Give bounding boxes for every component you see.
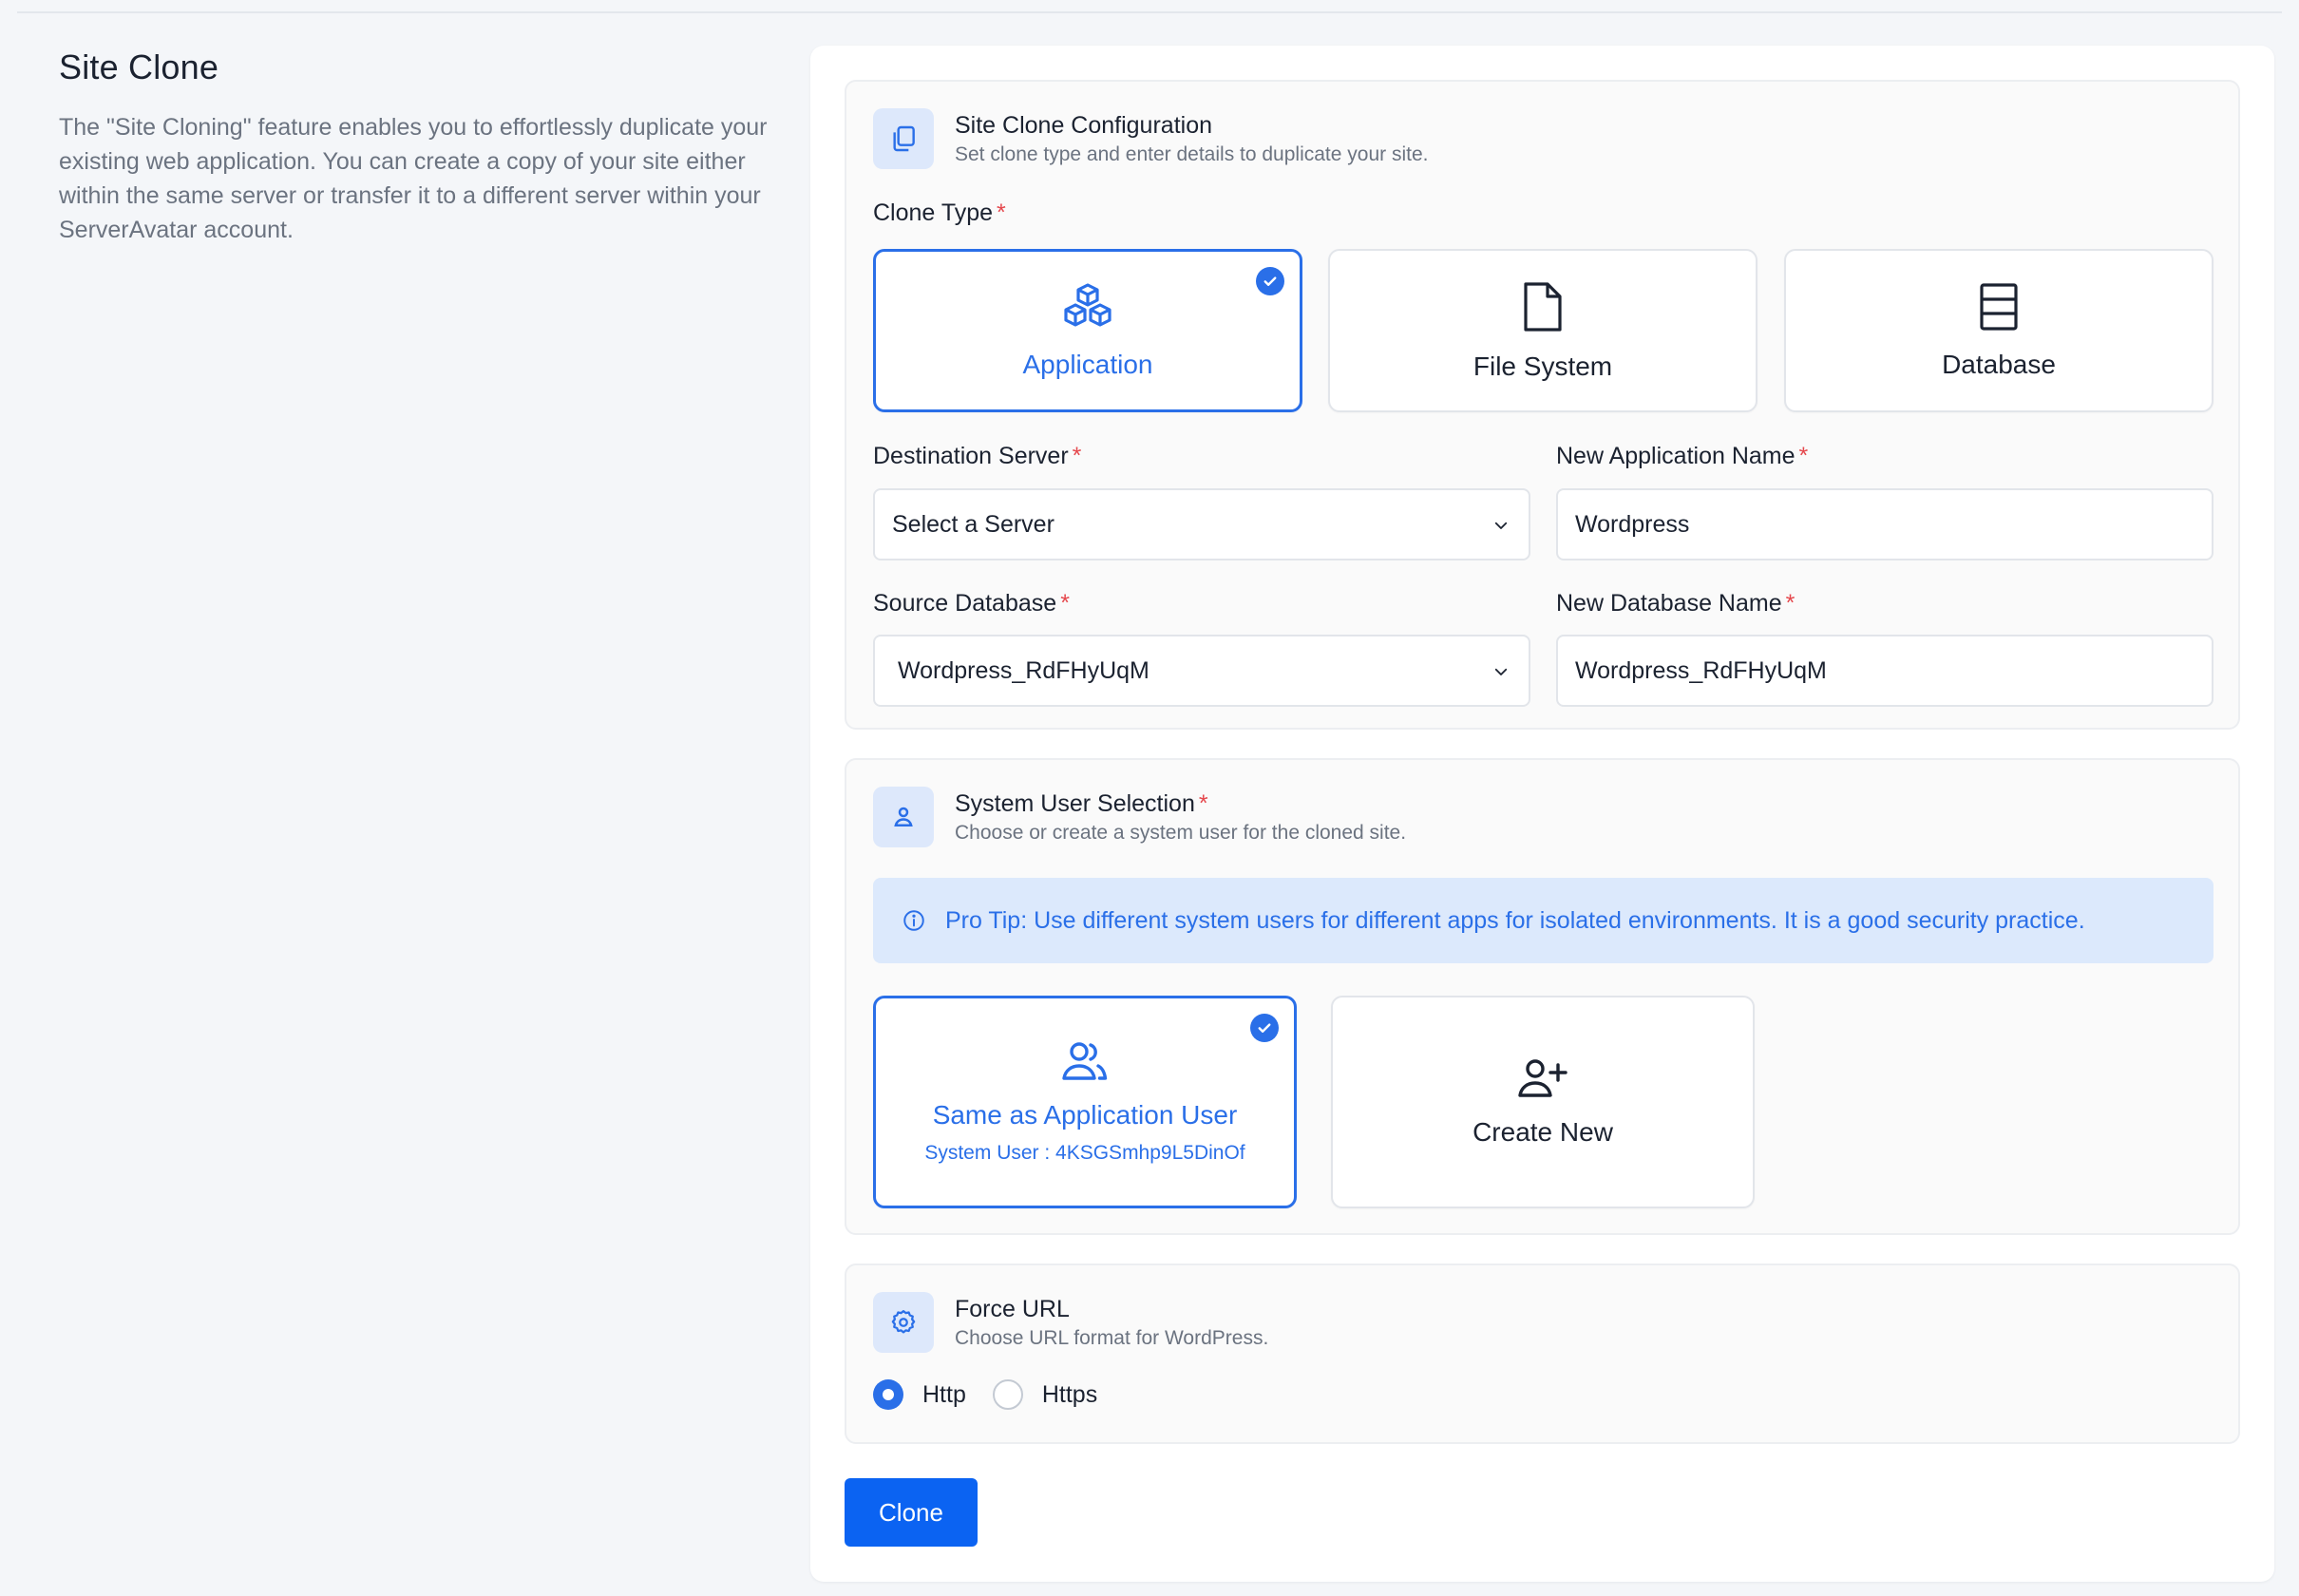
check-icon xyxy=(1250,1014,1279,1042)
intro-panel: Site Clone The "Site Cloning" feature en… xyxy=(59,48,781,247)
site-clone-configuration-section: Site Clone Configuration Set clone type … xyxy=(845,80,2240,730)
section-header: Site Clone Configuration Set clone type … xyxy=(873,108,1428,169)
force-url-section: Force URL Choose URL format for WordPres… xyxy=(845,1264,2240,1444)
users-icon xyxy=(1058,1040,1112,1087)
clone-type-application[interactable]: Application xyxy=(873,249,1302,412)
section-title: Site Clone Configuration xyxy=(955,112,1212,139)
new-database-name-value: Wordpress_RdFHyUqM xyxy=(1575,656,1827,684)
source-database-select[interactable]: Wordpress_RdFHyUqM xyxy=(873,635,1530,707)
section-subtitle: Set clone type and enter details to dupl… xyxy=(955,143,1429,165)
new-database-name-input[interactable]: Wordpress_RdFHyUqM xyxy=(1556,635,2214,707)
new-app-name-input[interactable]: Wordpress xyxy=(1556,488,2214,560)
top-divider xyxy=(17,11,2282,13)
page-title: Site Clone xyxy=(59,48,219,86)
copy-icon xyxy=(873,108,934,169)
check-icon xyxy=(1256,267,1284,295)
tile-label: Create New xyxy=(1472,1116,1613,1147)
section-title: Force URL xyxy=(955,1296,1070,1322)
clone-button[interactable]: Clone xyxy=(845,1478,978,1547)
required-mark: * xyxy=(997,200,1006,226)
destination-server-select[interactable]: Select a Server xyxy=(873,488,1530,560)
system-user-name: System User : 4KSGSmhp9L5DinOf xyxy=(924,1141,1245,1164)
gear-icon xyxy=(873,1292,934,1353)
http-label[interactable]: Http xyxy=(922,1381,966,1409)
system-user-section: System User Selection * Choose or create … xyxy=(845,758,2240,1235)
section-subtitle: Choose or create a system user for the c… xyxy=(955,822,1407,844)
pro-tip-text: Pro Tip: Use different system users for … xyxy=(945,906,2085,934)
new-database-name-label: New Database Name * xyxy=(1556,590,1796,617)
required-mark: * xyxy=(1060,590,1070,617)
clone-form-card: Site Clone Configuration Set clone type … xyxy=(810,46,2274,1582)
section-subtitle: Choose URL format for WordPress. xyxy=(955,1327,1269,1349)
boxes-icon xyxy=(1060,282,1115,336)
system-user-create-new[interactable]: Create New xyxy=(1331,996,1755,1208)
clone-type-database[interactable]: Database xyxy=(1784,249,2214,412)
system-user-same-as-app[interactable]: Same as Application User System User : 4… xyxy=(873,996,1297,1208)
required-mark: * xyxy=(1798,443,1809,469)
clone-type-file-system[interactable]: File System xyxy=(1328,249,1758,412)
https-label[interactable]: Https xyxy=(1042,1381,1097,1409)
clone-type-label: Clone Type * xyxy=(873,200,1006,226)
user-icon xyxy=(873,787,934,847)
source-database-value: Wordpress_RdFHyUqM xyxy=(898,656,1150,684)
required-mark: * xyxy=(1785,590,1796,617)
tile-label: Database xyxy=(1942,349,2056,379)
tile-label: File System xyxy=(1472,351,1613,381)
destination-server-value: Select a Server xyxy=(892,510,1054,538)
section-header: System User Selection * Choose or create … xyxy=(873,787,1406,847)
section-title: System User Selection * xyxy=(955,790,1208,817)
chevron-down-icon xyxy=(1494,668,1508,675)
force-url-options: Http Https xyxy=(873,1379,1124,1410)
https-radio[interactable] xyxy=(992,1379,1023,1410)
section-header: Force URL Choose URL format for WordPres… xyxy=(873,1292,1268,1353)
new-app-name-value: Wordpress xyxy=(1575,510,1690,538)
tile-label: Application xyxy=(1022,349,1153,379)
database-icon xyxy=(1978,282,2020,336)
required-mark: * xyxy=(1198,790,1208,817)
http-radio[interactable] xyxy=(873,1379,903,1410)
chevron-down-icon xyxy=(1494,522,1508,529)
destination-server-label: Destination Server * xyxy=(873,443,1082,469)
source-database-label: Source Database * xyxy=(873,590,1070,617)
new-app-name-label: New Application Name * xyxy=(1556,443,1809,469)
required-mark: * xyxy=(1072,443,1082,469)
page-description: The "Site Cloning" feature enables you t… xyxy=(59,114,768,243)
info-icon xyxy=(903,910,924,931)
tile-label: Same as Application User xyxy=(932,1099,1238,1130)
user-plus-icon xyxy=(1516,1057,1569,1104)
file-icon xyxy=(1522,280,1564,338)
pro-tip-banner: Pro Tip: Use different system users for … xyxy=(873,878,2214,963)
